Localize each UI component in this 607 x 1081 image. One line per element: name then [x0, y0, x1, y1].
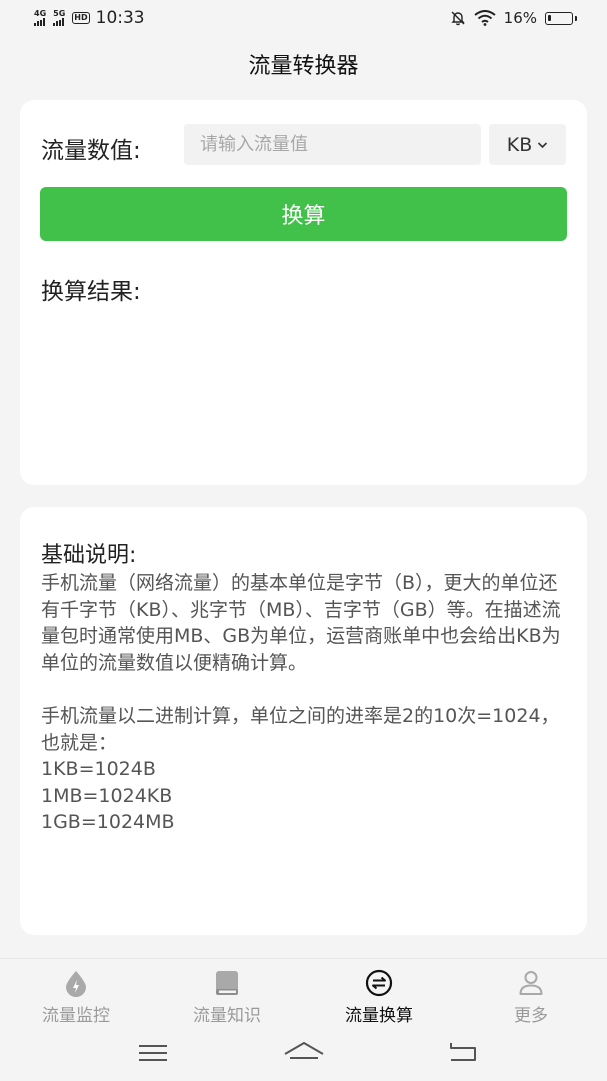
tab-label: 更多	[514, 1006, 548, 1026]
status-left: 4G 5G HD 10:33	[34, 8, 145, 28]
battery-percent: 16%	[503, 9, 537, 27]
menu-icon[interactable]	[138, 1044, 168, 1062]
signal-5g-icon: 5G	[53, 10, 65, 26]
convert-button-label: 换算	[281, 204, 326, 229]
signal-4g-icon: 4G	[34, 10, 46, 26]
home-icon[interactable]	[283, 1040, 325, 1060]
book-icon	[216, 971, 238, 995]
info-line-1: 1KB=1024B	[41, 758, 156, 781]
info-line-2: 1MB=1024KB	[41, 784, 173, 807]
tab-label: 流量知识	[193, 1006, 261, 1026]
info-body: 手机流量（网络流量）的基本单位是字节（B），更大的单位还有千字节（KB）、兆字节…	[41, 570, 566, 836]
battery-icon	[545, 11, 577, 25]
drop-icon	[66, 971, 86, 997]
tab-traffic-monitor[interactable]: 流量监控	[16, 969, 136, 1026]
status-bar: 4G 5G HD 10:33 16%	[0, 0, 607, 40]
back-icon[interactable]	[448, 1040, 478, 1062]
info-paragraph-2: 手机流量以二进制计算，单位之间的进率是2的10次=1024，也就是：	[41, 704, 560, 754]
info-card: 基础说明: 手机流量（网络流量）的基本单位是字节（B），更大的单位还有千字节（K…	[20, 507, 587, 935]
network-type-2: 5G	[53, 9, 66, 18]
page-title: 流量转换器	[248, 54, 359, 79]
convert-button[interactable]: 换算	[40, 187, 567, 241]
person-icon	[519, 971, 543, 995]
tab-label: 流量监控	[42, 1006, 110, 1026]
unit-dropdown[interactable]: KB	[489, 124, 566, 165]
converter-card: 流量数值: KB 换算 换算结果:	[20, 100, 587, 485]
system-nav-bar	[0, 1030, 607, 1080]
info-line-3: 1GB=1024MB	[41, 811, 175, 834]
tab-traffic-knowledge[interactable]: 流量知识	[167, 969, 287, 1026]
wifi-icon	[474, 10, 496, 26]
info-paragraph-1: 手机流量（网络流量）的基本单位是字节（B），更大的单位还有千字节（KB）、兆字节…	[41, 572, 561, 674]
tab-more[interactable]: 更多	[471, 969, 591, 1026]
status-time: 10:33	[95, 8, 145, 28]
silent-bell-icon	[450, 11, 465, 26]
network-type-1: 4G	[34, 9, 47, 18]
tab-label: 流量换算	[345, 1006, 413, 1026]
exchange-icon	[365, 969, 393, 997]
unit-selected: KB	[506, 133, 533, 156]
tab-traffic-convert[interactable]: 流量换算	[319, 969, 439, 1026]
flow-value-input[interactable]	[184, 124, 481, 165]
chevron-down-icon	[538, 141, 548, 148]
info-title: 基础说明:	[41, 543, 137, 568]
hd-badge: HD	[72, 12, 90, 24]
result-label: 换算结果:	[41, 279, 141, 305]
status-right: 16%	[450, 9, 577, 27]
value-label: 流量数值:	[41, 138, 141, 164]
